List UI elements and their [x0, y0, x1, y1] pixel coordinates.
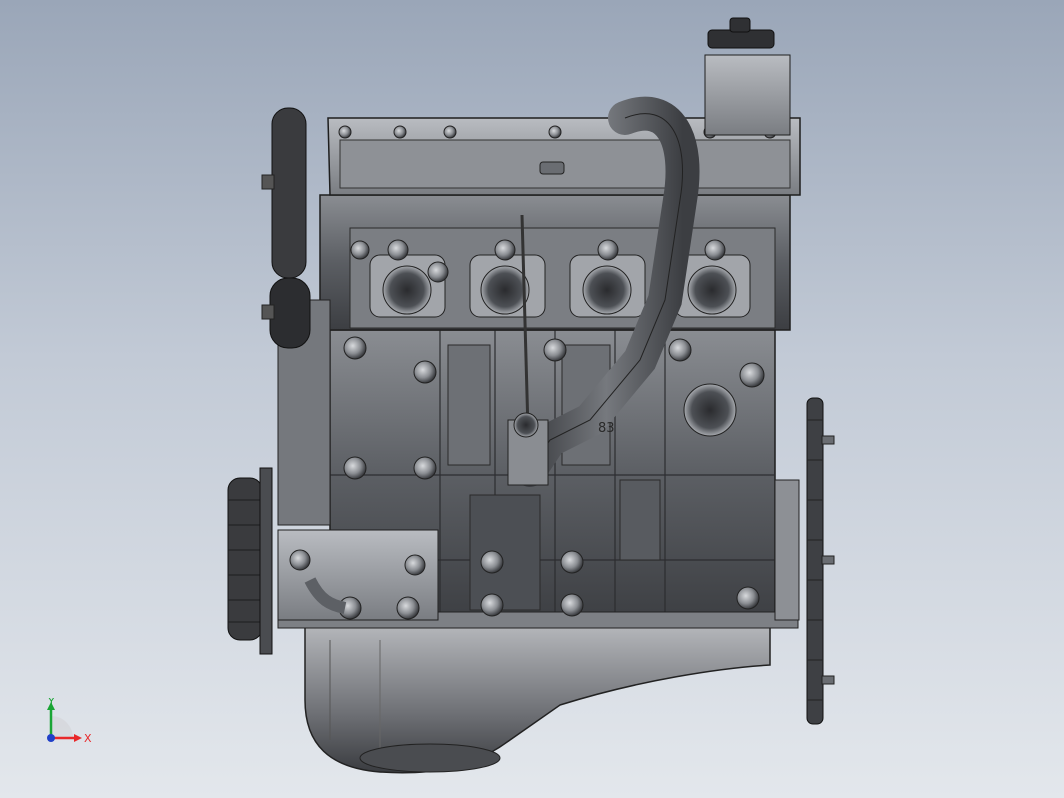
- flywheel-housing: [774, 479, 800, 621]
- idler-pulley: [269, 277, 311, 349]
- casting-number: 83: [598, 421, 615, 436]
- triad-x-label: X: [84, 732, 92, 745]
- thermostat-housing: [704, 54, 791, 136]
- timing-gear: [259, 467, 273, 655]
- engine-model[interactable]: 83: [0, 0, 1064, 798]
- triad-y-label: Y: [47, 698, 55, 708]
- oil-filler-cap: [707, 29, 775, 49]
- flywheel-ring-gear: [806, 397, 824, 725]
- crankshaft-pulley: [227, 477, 263, 641]
- graphics-viewport[interactable]: 83 Y X: [0, 0, 1064, 798]
- view-orientation-triad[interactable]: Y X: [38, 698, 98, 758]
- timing-pulley-upper: [271, 107, 307, 279]
